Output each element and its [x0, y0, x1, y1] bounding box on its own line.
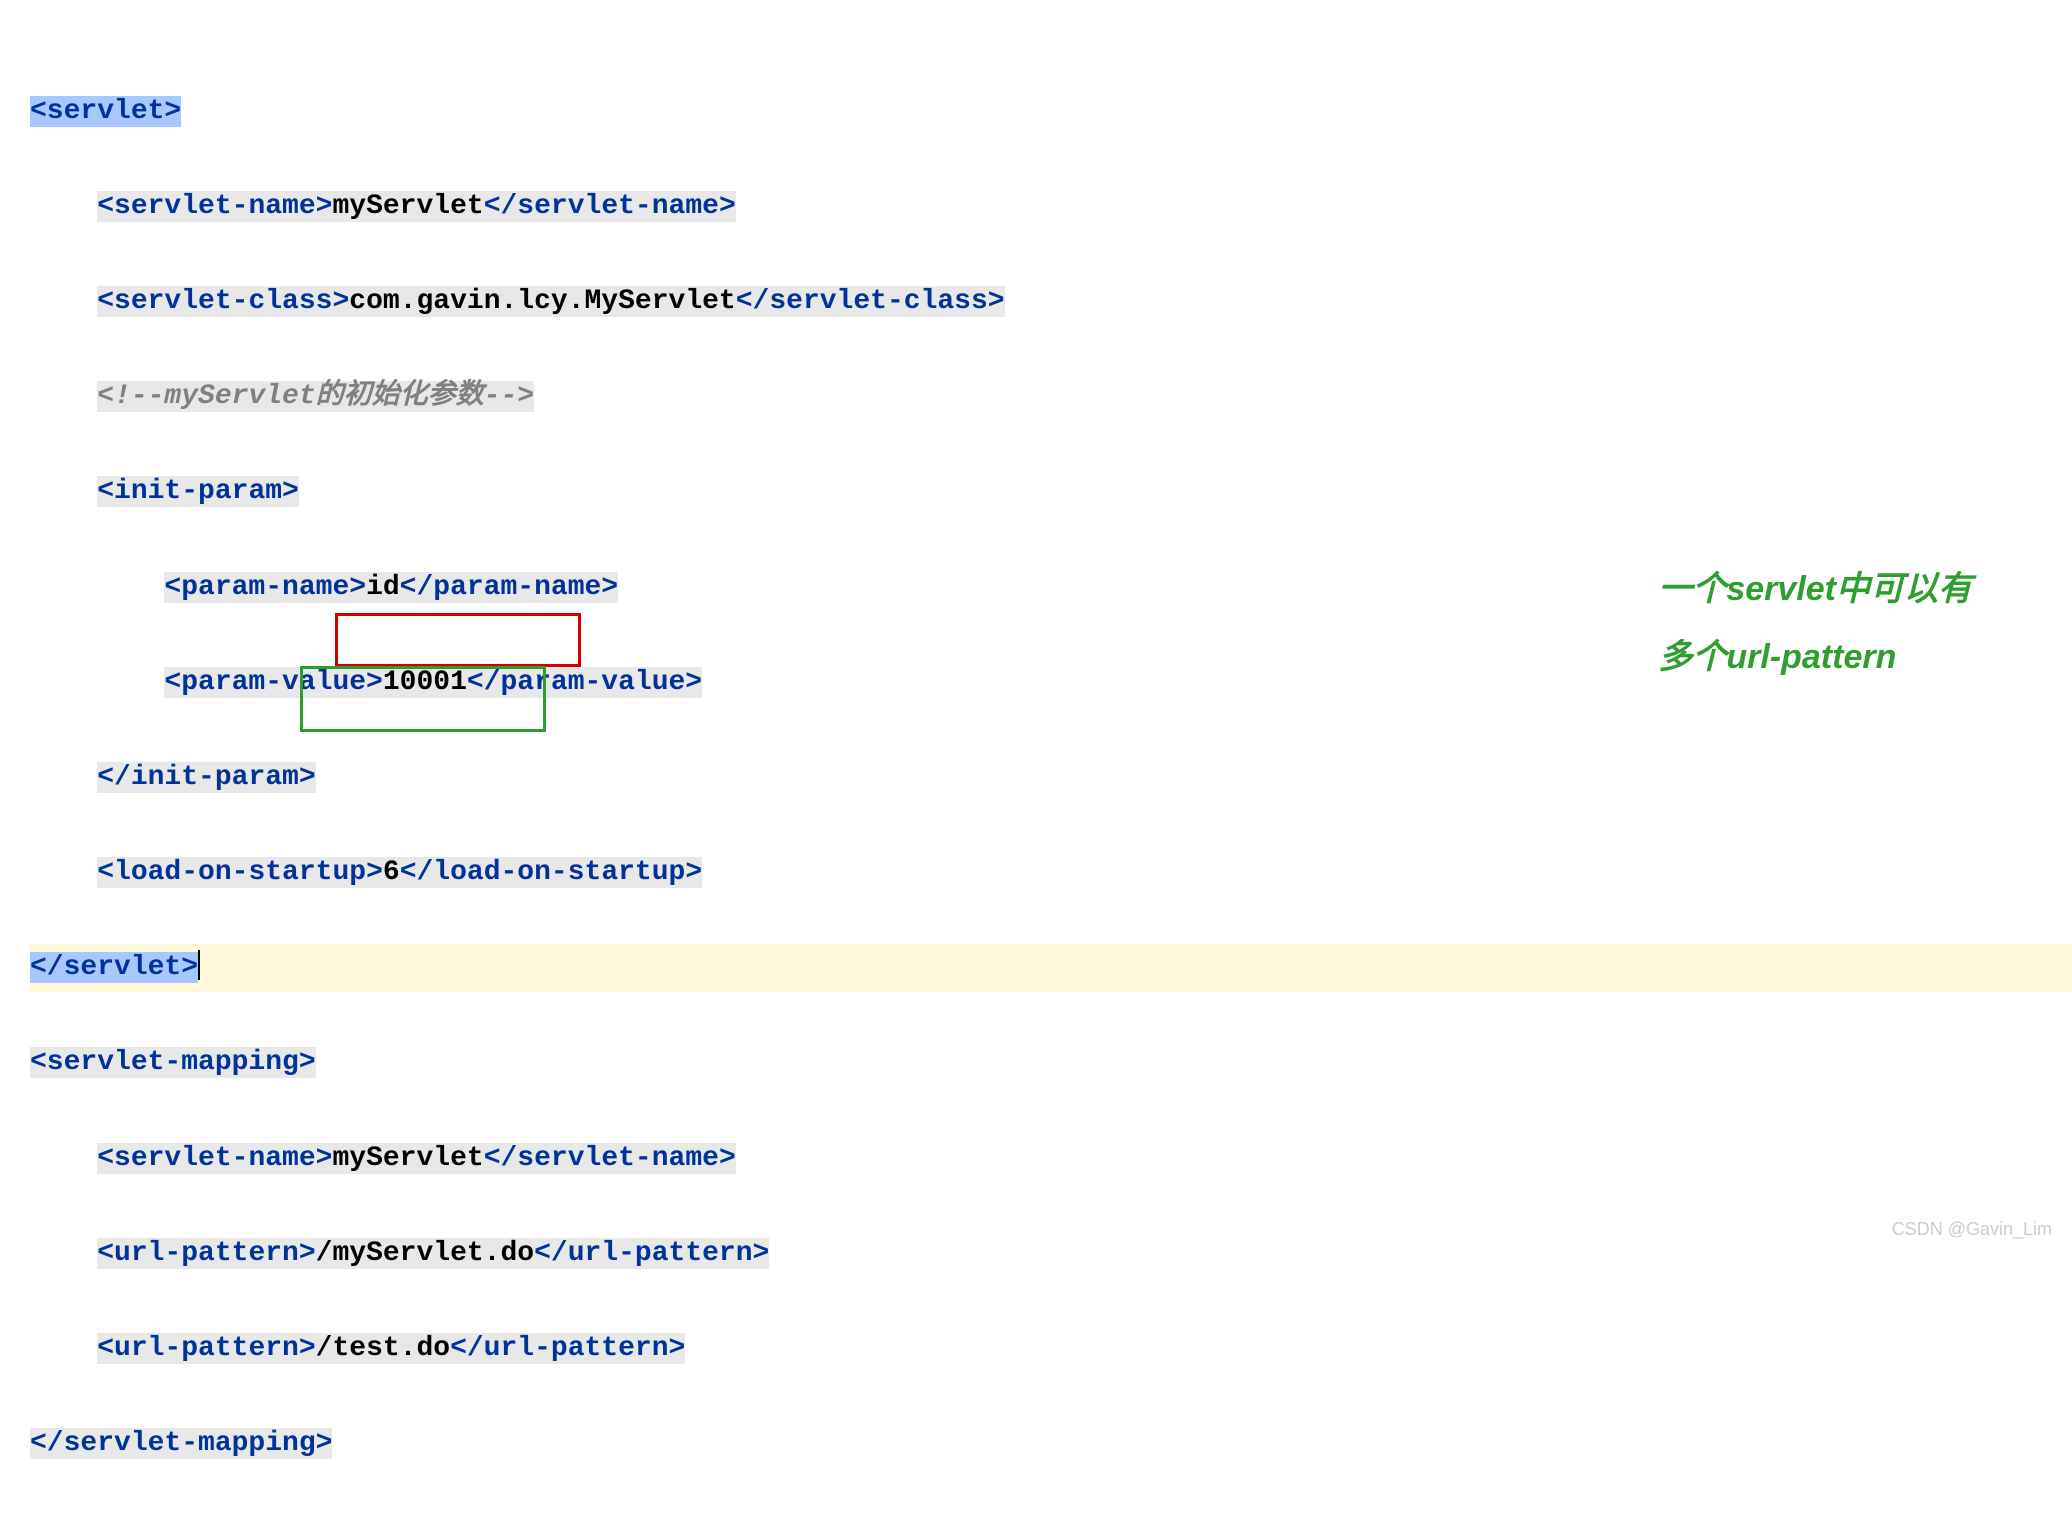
tag-param-name-close: </param-name>	[400, 572, 618, 603]
code-line: <servlet-name>myServlet</servlet-name>	[30, 1135, 2072, 1183]
code-line: <!--myServlet的初始化参数-->	[30, 373, 2072, 421]
text-param-value: 10001	[383, 667, 467, 698]
code-line: <url-pattern>/myServlet.do</url-pattern>	[30, 1230, 2072, 1278]
code-screenshot: <servlet> <servlet-name>myServlet</servl…	[0, 0, 2072, 1250]
annotation-line2: 多个url-pattern	[1658, 623, 1972, 691]
code-line: <init-param>	[30, 468, 2072, 516]
code-line: </servlet-mapping>	[30, 1420, 2072, 1468]
tag-servlet-name-close: </servlet-name>	[484, 1143, 736, 1174]
tag-servlet-open: <servlet>	[30, 96, 181, 127]
text-servlet-name: myServlet	[332, 1143, 483, 1174]
xml-comment: <!--myServlet的初始化参数-->	[97, 381, 534, 412]
text-servlet-class: com.gavin.lcy.MyServlet	[349, 286, 735, 317]
tag-servlet-name-open: <servlet-name>	[97, 1143, 332, 1174]
code-line: </init-param>	[30, 754, 2072, 802]
tag-param-name-open: <param-name>	[164, 572, 366, 603]
code-line: <servlet-name>myServlet</servlet-name>	[30, 183, 2072, 231]
annotation-line1: 一个servlet中可以有	[1658, 555, 1972, 623]
annotation-note: 一个servlet中可以有 多个url-pattern	[1658, 555, 1972, 691]
tag-servlet-close: </servlet>	[30, 952, 198, 983]
text-load-on-startup: 6	[383, 857, 400, 888]
code-line: <servlet-class>com.gavin.lcy.MyServlet</…	[30, 278, 2072, 326]
tag-servlet-class-close: </servlet-class>	[736, 286, 1005, 317]
tag-servlet-class-open: <servlet-class>	[97, 286, 349, 317]
text-caret	[198, 950, 200, 980]
tag-init-param-close: </init-param>	[97, 762, 315, 793]
tag-init-param-open: <init-param>	[97, 476, 299, 507]
tag-servlet-name-close: </servlet-name>	[484, 191, 736, 222]
code-line: <url-pattern>/test.do</url-pattern>	[30, 1325, 2072, 1373]
text-param-name: id	[366, 572, 400, 603]
tag-param-value-open: <param-value>	[164, 667, 382, 698]
tag-url-pattern-close: </url-pattern>	[450, 1333, 685, 1364]
text-url-pattern: /test.do	[316, 1333, 450, 1364]
code-line-caret: </servlet>	[30, 944, 2072, 992]
code-line: <servlet-mapping>	[30, 1039, 2072, 1087]
tag-param-value-close: </param-value>	[467, 667, 702, 698]
text-servlet-name: myServlet	[332, 191, 483, 222]
tag-servlet-mapping-open: <servlet-mapping>	[30, 1047, 316, 1078]
code-area: <servlet> <servlet-name>myServlet</servl…	[0, 0, 2072, 1515]
code-line: <load-on-startup>6</load-on-startup>	[30, 849, 2072, 897]
tag-servlet-name-open: <servlet-name>	[97, 191, 332, 222]
tag-servlet-mapping-close: </servlet-mapping>	[30, 1428, 332, 1459]
tag-url-pattern-open: <url-pattern>	[97, 1238, 315, 1269]
tag-load-on-startup-open: <load-on-startup>	[97, 857, 383, 888]
tag-url-pattern-open: <url-pattern>	[97, 1333, 315, 1364]
text-url-pattern: /myServlet.do	[316, 1238, 534, 1269]
tag-url-pattern-close: </url-pattern>	[534, 1238, 769, 1269]
watermark: CSDN @Gavin_Lim	[1892, 1219, 2052, 1240]
code-line: <servlet>	[30, 88, 2072, 136]
tag-load-on-startup-close: </load-on-startup>	[400, 857, 702, 888]
